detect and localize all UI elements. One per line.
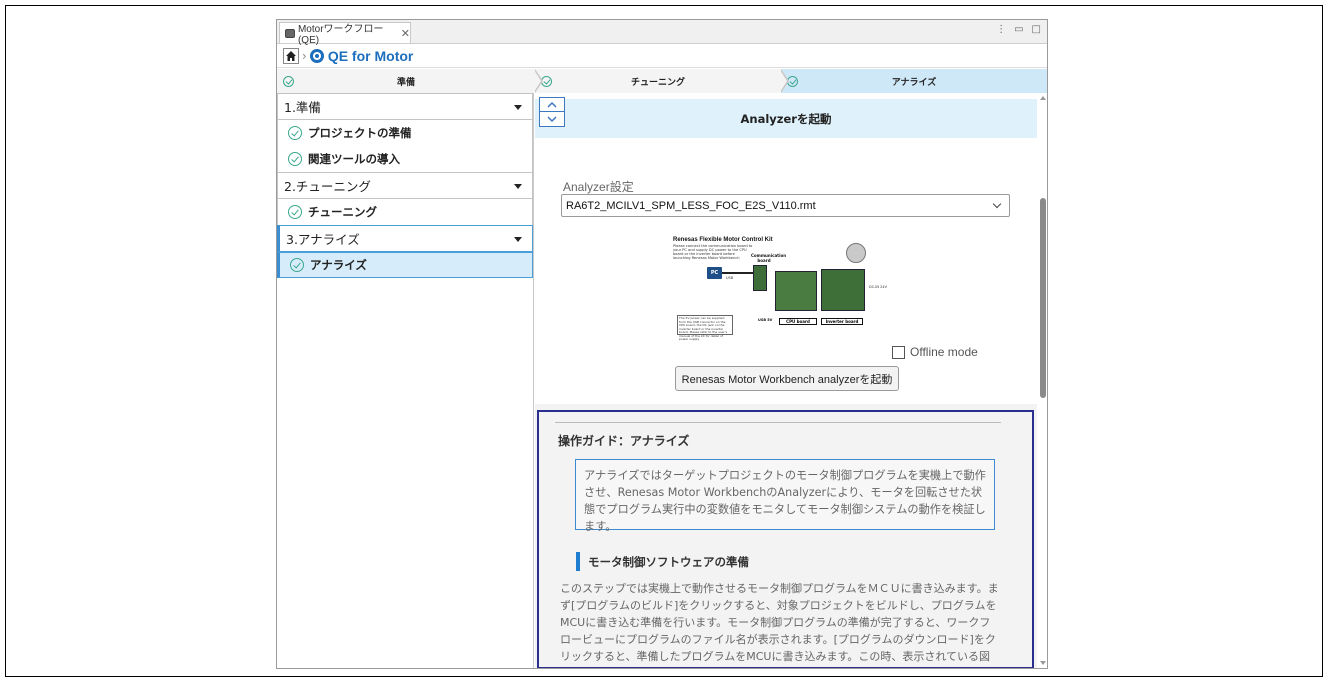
tab-title: Motorワークフロー (QE) bbox=[297, 24, 384, 46]
sidebar-item-project-prep[interactable]: プロジェクトの準備 bbox=[277, 120, 533, 146]
home-icon[interactable] bbox=[283, 47, 299, 64]
sidebar-item-label: アナライズ bbox=[310, 258, 367, 272]
maximize-icon[interactable]: □ bbox=[1032, 24, 1041, 35]
step-label: 準備 bbox=[396, 77, 415, 88]
main-content: Analyzerを起動 Analyzer設定 RA6T2_MCILV1_SPM_… bbox=[535, 93, 1047, 668]
minimize-icon[interactable]: ▭ bbox=[1014, 24, 1023, 35]
check-circle-icon bbox=[288, 152, 302, 166]
kit-cpu-board-label: CPU board bbox=[779, 318, 817, 325]
sidebar-item-label: 関連ツールの導入 bbox=[308, 152, 400, 166]
caret-down-icon bbox=[514, 184, 522, 189]
chevron-down-icon bbox=[992, 199, 1002, 209]
window-controls: ⋮ ▭ □ bbox=[996, 24, 1041, 35]
scroll-down-icon[interactable] bbox=[1040, 661, 1046, 665]
section-banner: Analyzerを起動 bbox=[535, 99, 1037, 138]
check-circle-icon bbox=[288, 126, 302, 140]
view-titlebar: Motorワークフロー (QE) ✕ ⋮ ▭ □ bbox=[277, 20, 1047, 46]
qe-logo-icon bbox=[309, 48, 324, 63]
kit-power-note: The 5V power can be supplied from the US… bbox=[677, 315, 733, 341]
step-analyze[interactable]: アナライズ bbox=[781, 69, 1047, 93]
sidebar-item-label: プロジェクトの準備 bbox=[308, 126, 412, 140]
sidebar-item-tools[interactable]: 関連ツールの導入 bbox=[277, 146, 533, 172]
chevron-up-icon bbox=[547, 101, 557, 108]
view-tab[interactable]: Motorワークフロー (QE) ✕ bbox=[279, 22, 411, 46]
sidebar-item-tuning[interactable]: チューニング bbox=[277, 199, 533, 225]
usb-cable bbox=[722, 272, 754, 274]
step-prepare[interactable]: 準備 bbox=[277, 69, 543, 93]
step-label: チューニング bbox=[630, 77, 685, 88]
sidebar-section-prepare[interactable]: 1.準備 bbox=[277, 93, 533, 120]
analyzer-settings-label: Analyzer設定 bbox=[563, 180, 634, 194]
pc-icon: PC bbox=[707, 267, 722, 279]
chevron-down-icon bbox=[547, 115, 557, 122]
sidebar-section-tuning[interactable]: 2.チューニング bbox=[277, 172, 533, 199]
expand-down-button[interactable] bbox=[540, 112, 564, 126]
close-icon[interactable]: ✕ bbox=[401, 27, 410, 40]
collapse-expand-buttons bbox=[539, 97, 565, 127]
kit-usb-label: USB bbox=[726, 276, 734, 280]
motor-view-icon bbox=[285, 28, 295, 38]
sidebar-item-label: チューニング bbox=[308, 205, 377, 219]
guide-highlight-frame bbox=[537, 410, 1034, 668]
motor-workflow-view: Motorワークフロー (QE) ✕ ⋮ ▭ □ › QE for Motor … bbox=[276, 19, 1048, 669]
check-circle-icon bbox=[290, 258, 304, 272]
communication-board bbox=[753, 265, 767, 291]
sidebar-section-label: 1.準備 bbox=[284, 100, 321, 115]
step-label: アナライズ bbox=[891, 77, 937, 88]
collapse-up-button[interactable] bbox=[540, 98, 564, 112]
sidebar-item-analyze[interactable]: アナライズ bbox=[277, 252, 533, 278]
kit-title: Renesas Flexible Motor Control Kit bbox=[673, 237, 773, 243]
kit-usb5v-label: USB 5V bbox=[758, 318, 773, 322]
analyzer-settings-value: RA6T2_MCILV1_SPM_LESS_FOC_E2S_V110.rmt bbox=[566, 199, 816, 212]
step-tuning[interactable]: チューニング bbox=[535, 69, 789, 93]
sidebar-section-label: 3.アナライズ bbox=[286, 232, 360, 247]
breadcrumb-title[interactable]: QE for Motor bbox=[328, 48, 414, 64]
step-chevron-icon bbox=[780, 69, 789, 93]
sidebar-section-label: 2.チューニング bbox=[284, 179, 371, 194]
caret-down-icon bbox=[514, 105, 522, 110]
workflow-sidebar: 1.準備 プロジェクトの準備 関連ツールの導入 2.チューニング チューニング … bbox=[277, 93, 534, 668]
check-circle-icon bbox=[288, 205, 302, 219]
kit-dcin-label: DC-IN 24V bbox=[869, 285, 888, 289]
offline-mode-toggle[interactable]: Offline mode bbox=[892, 345, 978, 359]
sidebar-section-analyze[interactable]: 3.アナライズ bbox=[277, 225, 533, 252]
cpu-board-image bbox=[775, 271, 817, 311]
launch-analyzer-button[interactable]: Renesas Motor Workbench analyzerを起動 bbox=[675, 366, 899, 391]
motor-image bbox=[846, 243, 866, 263]
kit-comm-label: Communication board bbox=[751, 253, 787, 263]
step-chevron-icon bbox=[534, 69, 543, 93]
breadcrumb: › QE for Motor bbox=[277, 44, 1047, 68]
kit-description: Please connect the communication board t… bbox=[673, 244, 753, 260]
workflow-steps: 準備 チューニング アナライズ bbox=[277, 69, 1047, 93]
inverter-board-image bbox=[821, 269, 865, 311]
view-menu-icon[interactable]: ⋮ bbox=[996, 24, 1006, 35]
motor-kit-diagram: Renesas Flexible Motor Control Kit Pleas… bbox=[671, 233, 889, 341]
section-title: Analyzerを起動 bbox=[740, 111, 832, 126]
scroll-up-icon[interactable] bbox=[1040, 96, 1046, 100]
kit-inverter-board-label: Inverter board bbox=[821, 318, 863, 325]
breadcrumb-separator-icon: › bbox=[302, 48, 307, 63]
vertical-scrollbar[interactable] bbox=[1039, 93, 1047, 668]
analyzer-settings-select[interactable]: RA6T2_MCILV1_SPM_LESS_FOC_E2S_V110.rmt bbox=[561, 194, 1010, 217]
caret-down-icon bbox=[514, 237, 522, 242]
offline-mode-label: Offline mode bbox=[910, 345, 978, 359]
offline-mode-checkbox[interactable] bbox=[892, 345, 905, 359]
scrollbar-thumb[interactable] bbox=[1040, 198, 1046, 398]
